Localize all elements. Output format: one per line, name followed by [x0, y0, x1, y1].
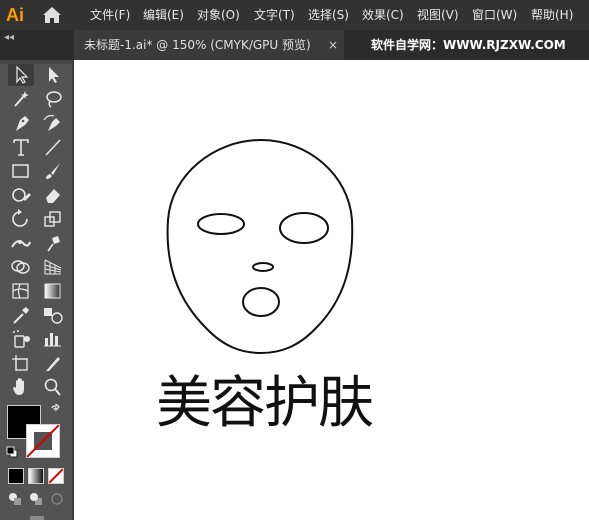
gradient-mode-button[interactable] — [28, 468, 44, 484]
menu-help[interactable]: 帮助(H) — [531, 0, 573, 30]
eyedropper-tool-icon[interactable] — [8, 304, 34, 326]
puppet-warp-tool-icon[interactable] — [40, 232, 66, 254]
symbol-sprayer-tool-icon[interactable] — [8, 328, 34, 350]
face-mask-artwork[interactable] — [74, 60, 589, 520]
app-logo: Ai — [6, 5, 24, 25]
perspective-grid-tool-icon[interactable] — [40, 256, 66, 278]
selection-tool-icon[interactable] — [8, 64, 34, 86]
artwork-text[interactable]: 美容护肤 — [156, 358, 374, 439]
gradient-tool-icon[interactable] — [40, 280, 66, 302]
menu-select[interactable]: 选择(S) — [308, 0, 349, 30]
menu-effect[interactable]: 效果(C) — [362, 0, 404, 30]
eraser-tool-icon[interactable] — [40, 184, 66, 206]
rotate-tool-icon[interactable] — [8, 208, 34, 230]
blend-tool-icon[interactable] — [40, 304, 66, 326]
line-segment-tool-icon[interactable] — [40, 136, 66, 158]
menu-file[interactable]: 文件(F) — [90, 0, 130, 30]
screen-mode-button[interactable] — [30, 516, 44, 520]
home-icon[interactable] — [42, 6, 62, 24]
direct-selection-tool-icon[interactable] — [40, 64, 66, 86]
document-tab[interactable]: 未标题-1.ai* @ 150% (CMYK/GPU 预览) × — [74, 30, 344, 60]
swap-fill-stroke-icon[interactable] — [50, 404, 62, 416]
menu-bar: Ai 文件(F) 编辑(E) 对象(O) 文字(T) 选择(S) 效果(C) 视… — [0, 0, 589, 30]
zoom-tool-icon[interactable] — [40, 376, 66, 398]
shape-builder-tool-icon[interactable] — [8, 256, 34, 278]
pen-tool-icon[interactable] — [8, 112, 34, 134]
draw-behind-icon[interactable] — [29, 492, 43, 506]
scale-tool-icon[interactable] — [40, 208, 66, 230]
panel-collapse-icon[interactable]: ◂◂ — [4, 32, 14, 43]
mesh-tool-icon[interactable] — [8, 280, 34, 302]
color-mode-button[interactable] — [8, 468, 24, 484]
shaper-tool-icon[interactable] — [8, 184, 34, 206]
artboard-canvas[interactable]: 美容护肤 — [74, 60, 589, 520]
slice-tool-icon[interactable] — [40, 352, 66, 374]
draw-inside-icon[interactable] — [50, 492, 64, 506]
width-tool-icon[interactable] — [8, 232, 34, 254]
document-tab-label: 未标题-1.ai* @ 150% (CMYK/GPU 预览) — [84, 38, 311, 52]
type-tool-icon[interactable] — [8, 136, 34, 158]
artboard-tool-icon[interactable] — [8, 352, 34, 374]
menu-window[interactable]: 窗口(W) — [472, 0, 517, 30]
nose — [252, 262, 274, 272]
left-eye — [197, 213, 245, 235]
paintbrush-tool-icon[interactable] — [40, 160, 66, 182]
watermark-text: 软件自学网：WWW.RJZXW.COM — [371, 38, 566, 52]
column-graph-tool-icon[interactable] — [40, 328, 66, 350]
face-outline — [166, 138, 354, 355]
curvature-tool-icon[interactable] — [40, 112, 66, 134]
mouth — [242, 287, 280, 317]
magic-wand-tool-icon[interactable] — [8, 88, 34, 110]
tools-panel — [0, 60, 72, 520]
menu-view[interactable]: 视图(V) — [417, 0, 459, 30]
rectangle-tool-icon[interactable] — [8, 160, 34, 182]
menu-type[interactable]: 文字(T) — [254, 0, 295, 30]
stroke-color-swatch[interactable] — [26, 424, 60, 458]
none-mode-button[interactable] — [48, 468, 64, 484]
hand-tool-icon[interactable] — [8, 376, 34, 398]
close-icon[interactable]: × — [328, 30, 338, 60]
menu-object[interactable]: 对象(O) — [197, 0, 240, 30]
default-fill-stroke-icon[interactable] — [6, 446, 18, 458]
right-eye — [279, 212, 329, 244]
draw-normal-icon[interactable] — [8, 492, 22, 506]
lasso-tool-icon[interactable] — [40, 88, 66, 110]
menu-edit[interactable]: 编辑(E) — [143, 0, 184, 30]
